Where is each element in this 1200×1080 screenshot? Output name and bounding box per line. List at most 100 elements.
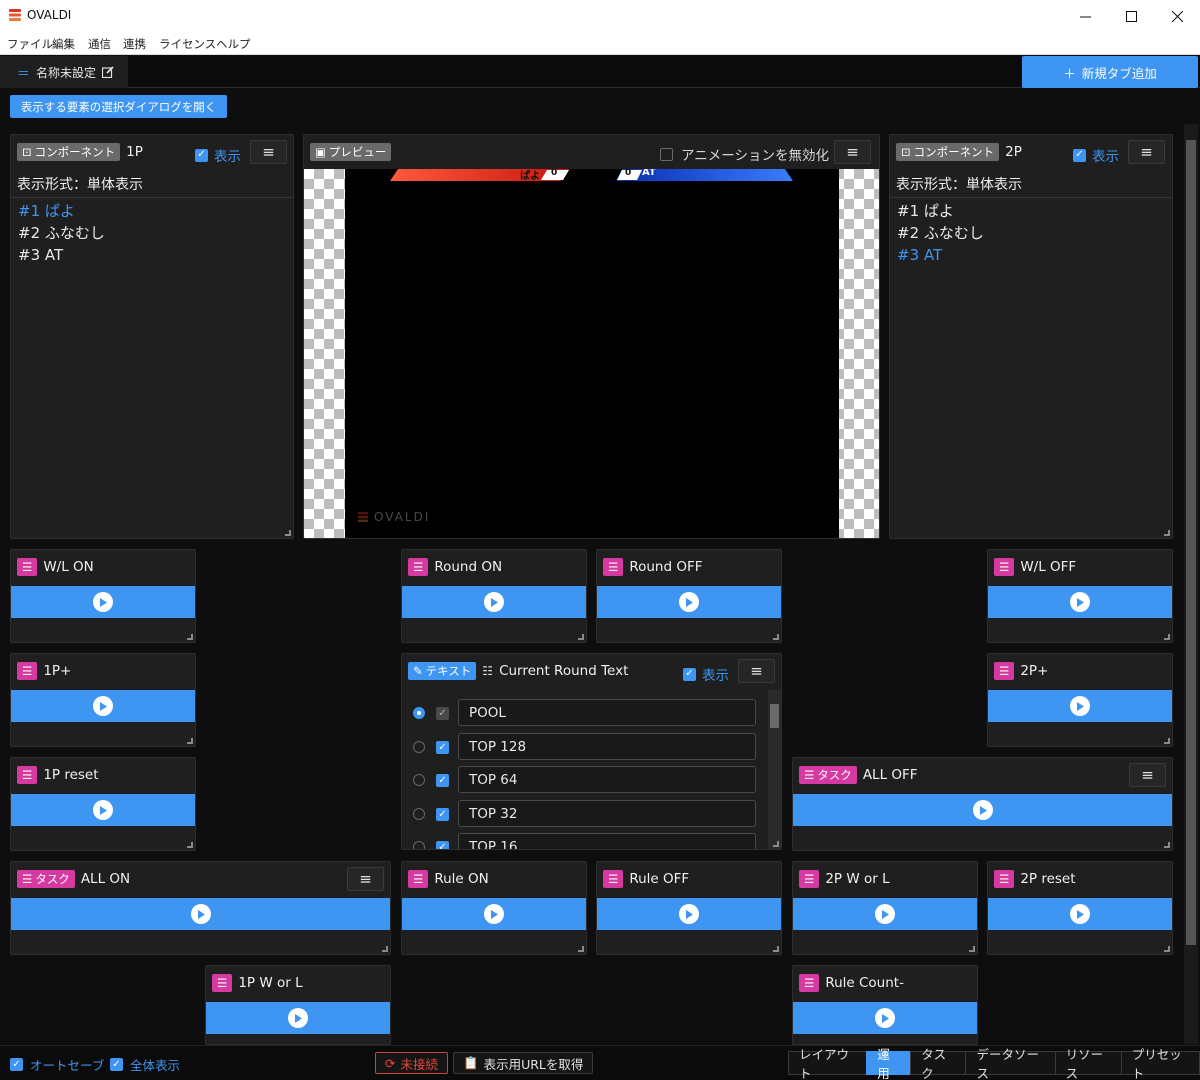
autosave-checkbox[interactable]: ✓ xyxy=(10,1058,23,1071)
main-scrollbar[interactable] xyxy=(1184,124,1198,1044)
menu-help[interactable]: ヘルプ xyxy=(216,36,251,52)
action-title: 2P+ xyxy=(1020,663,1049,679)
menu-license[interactable]: ライセンス xyxy=(159,36,216,52)
text-input[interactable]: TOP 32 xyxy=(458,800,756,827)
list-scrollbar[interactable] xyxy=(768,690,781,849)
maximize-button[interactable] xyxy=(1108,0,1154,32)
tab-operation[interactable]: 運用 xyxy=(866,1047,912,1080)
run-button[interactable] xyxy=(793,898,977,930)
tab-task[interactable]: タスク xyxy=(910,1047,967,1080)
get-url-button[interactable]: 📋 表示用URLを取得 xyxy=(453,1052,594,1074)
resize-handle[interactable] xyxy=(1164,738,1170,744)
text-input[interactable]: POOL xyxy=(458,699,756,726)
row-checkbox[interactable]: ✓ xyxy=(436,808,449,821)
resize-handle[interactable] xyxy=(1164,842,1170,848)
show-toggle[interactable]: ✓ 表示 xyxy=(1073,145,1119,165)
main-scrollbar-thumb[interactable] xyxy=(1186,140,1196,945)
run-button[interactable] xyxy=(11,898,390,930)
run-button[interactable] xyxy=(988,586,1172,618)
show-checkbox[interactable]: ✓ xyxy=(195,148,208,162)
tab-datasource[interactable]: データソース xyxy=(965,1047,1056,1080)
run-button[interactable] xyxy=(597,586,781,618)
tab-preset[interactable]: プリセット xyxy=(1120,1047,1200,1080)
show-checkbox[interactable]: ✓ xyxy=(1073,148,1086,162)
resize-handle[interactable] xyxy=(1164,946,1170,952)
list-item[interactable]: #1 ぱよ xyxy=(897,200,984,222)
scrollbar-thumb[interactable] xyxy=(770,704,779,728)
image-icon: ▣ xyxy=(315,145,326,159)
row-checkbox[interactable]: ✓ xyxy=(436,707,449,720)
resize-handle[interactable] xyxy=(773,946,779,952)
row-radio[interactable] xyxy=(413,741,425,753)
run-button[interactable] xyxy=(988,898,1172,930)
run-button[interactable] xyxy=(402,586,586,618)
row-radio[interactable] xyxy=(413,707,425,719)
task-list-icon: ☰ xyxy=(603,870,624,888)
list-item[interactable]: #3 AT xyxy=(18,244,105,266)
panel-menu-button[interactable]: ≡ xyxy=(347,867,384,891)
show-toggle[interactable]: ✓ 表示 xyxy=(195,145,241,165)
resize-handle[interactable] xyxy=(578,946,584,952)
connection-status-button[interactable]: ⟳ 未接続 xyxy=(375,1052,448,1074)
run-button[interactable] xyxy=(11,586,195,618)
drag-handle-icon[interactable]: ＝ xyxy=(17,63,30,82)
tab-resource[interactable]: リソース xyxy=(1054,1047,1122,1080)
minimize-button[interactable] xyxy=(1062,0,1108,32)
panel-menu-button[interactable]: ≡ xyxy=(738,659,775,683)
select-elements-dialog-button[interactable]: 表示する要素の選択ダイアログを開く xyxy=(10,95,227,118)
show-all-toggle[interactable]: ✓ 全体表示 xyxy=(110,1055,180,1074)
disable-animation-toggle[interactable]: アニメーションを無効化 xyxy=(660,144,829,164)
row-checkbox[interactable]: ✓ xyxy=(436,741,449,754)
row-radio[interactable] xyxy=(413,808,425,820)
resize-handle[interactable] xyxy=(773,841,779,847)
run-button[interactable] xyxy=(793,1002,977,1034)
run-button[interactable] xyxy=(793,794,1172,826)
text-input[interactable]: TOP 16 xyxy=(458,833,756,849)
list-item[interactable]: #3 AT xyxy=(897,244,984,266)
new-tab-button[interactable]: ＋ 新規タブ追加 xyxy=(1022,56,1198,88)
run-button[interactable] xyxy=(206,1002,390,1034)
resize-handle[interactable] xyxy=(578,634,584,640)
run-button[interactable] xyxy=(597,898,781,930)
run-button[interactable] xyxy=(11,690,195,722)
tab-layout[interactable]: レイアウト xyxy=(788,1047,868,1080)
row-radio[interactable] xyxy=(413,774,425,786)
row-radio[interactable] xyxy=(413,841,425,849)
text-input[interactable]: TOP 128 xyxy=(458,733,756,760)
show-all-checkbox[interactable]: ✓ xyxy=(110,1058,123,1071)
autosave-toggle[interactable]: ✓ オートセーブ xyxy=(10,1055,104,1074)
resize-handle[interactable] xyxy=(382,946,388,952)
close-button[interactable] xyxy=(1154,0,1200,32)
resize-handle[interactable] xyxy=(1164,634,1170,640)
resize-handle[interactable] xyxy=(187,634,193,640)
resize-handle[interactable] xyxy=(187,738,193,744)
show-checkbox[interactable]: ✓ xyxy=(683,667,696,681)
edit-icon[interactable] xyxy=(102,66,114,78)
list-item[interactable]: #2 ふなむし xyxy=(897,222,984,244)
menu-file[interactable]: ファイル xyxy=(7,36,53,52)
menu-communication[interactable]: 通信 xyxy=(88,36,111,52)
list-item[interactable]: #2 ふなむし xyxy=(18,222,105,244)
menu-integration[interactable]: 連携 xyxy=(123,36,146,52)
row-checkbox[interactable]: ✓ xyxy=(436,774,449,787)
tab-untitled[interactable]: ＝ 名称未設定 xyxy=(0,56,128,88)
resize-handle[interactable] xyxy=(1164,530,1170,536)
row-checkbox[interactable]: ✓ xyxy=(436,841,449,849)
run-button[interactable] xyxy=(11,794,195,826)
panel-menu-button[interactable]: ≡ xyxy=(1129,763,1166,787)
resize-handle[interactable] xyxy=(187,842,193,848)
panel-menu-button[interactable]: ≡ xyxy=(250,140,287,164)
show-toggle[interactable]: ✓ 表示 xyxy=(683,664,729,684)
disable-animation-checkbox[interactable] xyxy=(660,147,673,161)
watermark-text: OVALDI xyxy=(374,510,431,524)
panel-menu-button[interactable]: ≡ xyxy=(834,140,871,164)
panel-menu-button[interactable]: ≡ xyxy=(1128,140,1165,164)
menu-edit[interactable]: 編集 xyxy=(52,36,75,52)
list-item[interactable]: #1 ぱよ xyxy=(18,200,105,222)
resize-handle[interactable] xyxy=(773,634,779,640)
resize-handle[interactable] xyxy=(969,946,975,952)
run-button[interactable] xyxy=(402,898,586,930)
run-button[interactable] xyxy=(988,690,1172,722)
resize-handle[interactable] xyxy=(285,530,291,536)
text-input[interactable]: TOP 64 xyxy=(458,766,756,793)
